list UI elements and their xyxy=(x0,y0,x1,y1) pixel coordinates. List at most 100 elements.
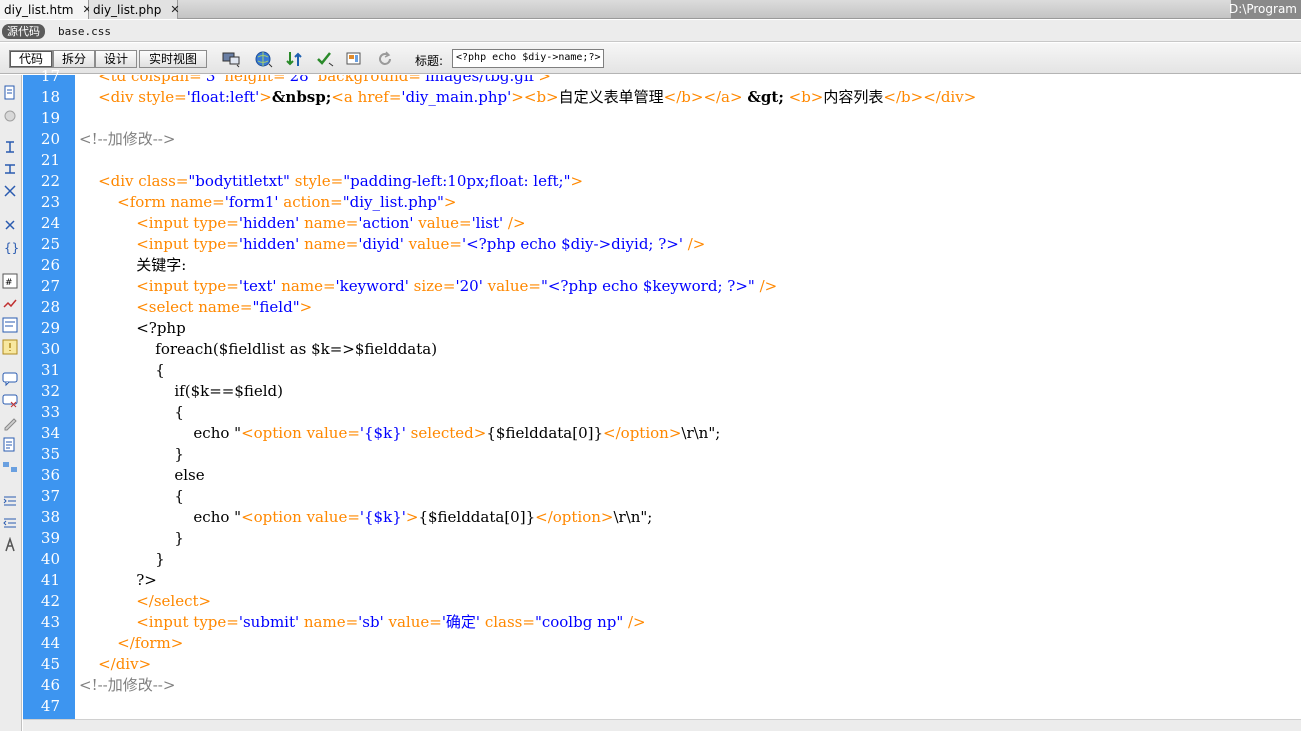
code-line: </form> xyxy=(117,634,184,652)
line-number: 22 xyxy=(40,172,60,190)
line-number: 24 xyxy=(40,214,60,232)
code-line: <select name="field"> xyxy=(136,298,313,316)
collapse-selection-icon[interactable] xyxy=(2,161,18,177)
balance-braces-icon[interactable]: {} xyxy=(2,239,18,255)
line-number: 32 xyxy=(40,382,60,400)
line-number: 19 xyxy=(40,109,60,127)
file-path: D:\Program xyxy=(1229,2,1297,16)
line-number: 23 xyxy=(40,193,60,211)
line-number: 18 xyxy=(40,88,60,106)
check-page-icon[interactable] xyxy=(316,50,334,68)
title-label: 标题: xyxy=(415,54,444,68)
line-number: 25 xyxy=(40,235,60,253)
code-line: <input type='hidden' name='action' value… xyxy=(136,214,526,232)
code-line: <div style='float:left'>&nbsp;<a href='d… xyxy=(98,88,977,106)
expand-all-icon[interactable] xyxy=(2,183,18,199)
source-code-button[interactable]: 源代码 xyxy=(2,24,45,39)
line-number: 33 xyxy=(40,403,60,421)
code-line: foreach($fieldlist as $k=>$fielddata) xyxy=(79,340,438,358)
recent-snippets-icon[interactable] xyxy=(2,437,18,453)
code-line: <!--加修改--> xyxy=(79,130,176,148)
document-title-input[interactable]: <?php echo $diy->name;?> xyxy=(452,49,604,68)
preview-in-browser-icon[interactable] xyxy=(255,50,273,68)
line-number: 21 xyxy=(40,151,60,169)
code-line: <input type='text' name='keyword' size='… xyxy=(136,277,778,295)
highlight-invalid-code-icon[interactable] xyxy=(2,295,18,311)
line-number: 35 xyxy=(40,445,60,463)
coding-toolbar: {} # xyxy=(0,75,22,731)
file-management-icon[interactable] xyxy=(286,50,304,68)
design-view-button[interactable]: 设计 xyxy=(95,50,137,68)
tab-diy-list-php[interactable]: diy_list.php ✕ xyxy=(89,0,180,19)
code-line: echo "<option value='{$k}'>{$fielddata[0… xyxy=(79,508,653,526)
collapse-full-tag-icon[interactable] xyxy=(2,139,18,155)
line-number: 28 xyxy=(40,298,60,316)
code-line: 关键字: xyxy=(79,256,187,274)
code-line: } xyxy=(79,550,165,568)
format-source-code-icon[interactable] xyxy=(2,537,18,553)
code-line: { xyxy=(79,487,184,505)
line-number: 42 xyxy=(40,592,60,610)
line-number: 45 xyxy=(40,655,60,673)
word-wrap-icon[interactable] xyxy=(2,317,18,333)
code-line: ?> xyxy=(79,571,157,589)
open-documents-icon[interactable] xyxy=(2,85,18,101)
outdent-code-icon[interactable] xyxy=(2,515,18,531)
remove-comment-icon[interactable] xyxy=(2,393,18,409)
document-tab-bar: diy_list.htm ✕ diy_list.php ✕ D:\Program xyxy=(0,0,1301,19)
line-number: 31 xyxy=(40,361,60,379)
multiscreen-icon[interactable] xyxy=(222,50,240,68)
apply-comment-icon[interactable] xyxy=(2,371,18,387)
code-line: <input type='submit' name='sb' value='确定… xyxy=(136,613,646,631)
line-number: 37 xyxy=(40,487,60,505)
line-number: 38 xyxy=(40,508,60,526)
indent-code-icon[interactable] xyxy=(2,493,18,509)
line-number: 44 xyxy=(40,634,60,652)
code-line: { xyxy=(79,361,165,379)
line-number-gutter: 17 18 19 20 21 22 23 24 25 26 27 28 29 30 31 32 33 34 35 36… xyxy=(23,67,75,719)
code-line: echo "<option value='{$k}' selected>{$fi… xyxy=(79,424,721,442)
code-line: <div class="bodytitletxt" style="padding… xyxy=(98,172,584,190)
line-number: 20 xyxy=(40,130,60,148)
code-line: <td colspan='3' height='28' background='… xyxy=(98,75,551,85)
code-line: { xyxy=(79,403,184,421)
line-number: 26 xyxy=(40,256,60,274)
tab-label: diy_list.htm xyxy=(4,2,74,17)
syntax-error-alerts-icon[interactable] xyxy=(2,339,18,355)
code-line: if($k==$field) xyxy=(79,382,284,400)
line-number: 40 xyxy=(40,550,60,568)
code-line: else xyxy=(79,466,205,484)
line-numbers-icon[interactable]: # xyxy=(2,273,18,289)
code-editor[interactable]: <td colspan='3' height='28' background='… xyxy=(75,75,1301,719)
line-number: 47 xyxy=(40,697,60,715)
code-line: <?php xyxy=(136,319,186,337)
line-number: 41 xyxy=(40,571,60,589)
line-number: 34 xyxy=(40,424,60,442)
document-toolbar: 代码 拆分 设计 实时视图 标题: <?php echo $diy->name;… xyxy=(0,43,1301,74)
line-number: 30 xyxy=(40,340,60,358)
close-icon[interactable]: ✕ xyxy=(170,3,179,16)
line-number: 36 xyxy=(40,466,60,484)
line-number: 17 xyxy=(40,67,60,85)
svg-text:#: # xyxy=(5,278,13,288)
code-line: <form name='form1' action="diy_list.php"… xyxy=(117,193,457,211)
select-parent-tag-icon[interactable] xyxy=(2,217,18,233)
wrap-tag-icon[interactable] xyxy=(2,415,18,431)
move-css-icon[interactable] xyxy=(2,459,18,475)
related-files-bar: 源代码 base.css xyxy=(0,20,1301,42)
code-line: } xyxy=(79,445,184,463)
svg-text:{}: {} xyxy=(4,241,18,255)
code-line: } xyxy=(79,529,184,547)
refresh-icon[interactable] xyxy=(376,50,394,68)
line-number: 27 xyxy=(40,277,60,295)
show-code-navigator-icon[interactable] xyxy=(2,108,18,124)
live-view-button[interactable]: 实时视图 xyxy=(139,50,207,68)
line-number: 43 xyxy=(40,613,60,631)
code-line: </div> xyxy=(98,655,152,673)
related-file-link[interactable]: base.css xyxy=(58,25,111,38)
tab-diy-list-htm[interactable]: diy_list.htm ✕ xyxy=(0,0,92,19)
line-number: 46 xyxy=(40,676,60,694)
horizontal-scrollbar[interactable] xyxy=(23,719,1301,731)
code-line: </select> xyxy=(136,592,212,610)
visual-aids-icon[interactable] xyxy=(346,50,364,68)
